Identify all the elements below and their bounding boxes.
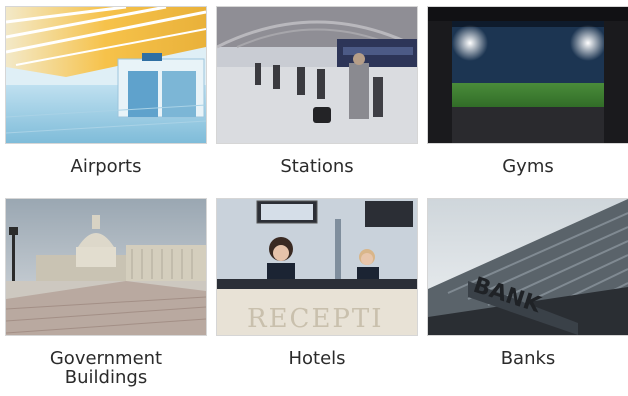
category-tile-gyms[interactable]: Gyms bbox=[427, 6, 628, 176]
category-tile-government-buildings[interactable]: Government Buildings bbox=[5, 198, 207, 387]
category-label[interactable]: Banks bbox=[427, 349, 628, 368]
category-label[interactable]: Hotels bbox=[216, 349, 418, 368]
category-label[interactable]: Stations bbox=[216, 157, 418, 176]
category-tile-hotels[interactable]: RECEPTI Hotels bbox=[216, 198, 418, 368]
airport-terminal-image[interactable] bbox=[5, 6, 207, 144]
category-label[interactable]: Government Buildings bbox=[5, 349, 207, 387]
capitol-building-image[interactable] bbox=[5, 198, 207, 336]
category-label[interactable]: Gyms bbox=[427, 157, 628, 176]
train-station-image[interactable] bbox=[216, 6, 418, 144]
category-label[interactable]: Airports bbox=[5, 157, 207, 176]
category-tile-stations[interactable]: Stations bbox=[216, 6, 418, 176]
category-tile-airports[interactable]: Airports bbox=[5, 6, 207, 176]
reception-sign-text: RECEPTI bbox=[247, 304, 384, 334]
category-tile-banks[interactable]: BANK Banks bbox=[427, 198, 628, 368]
stadium-tunnel-image[interactable] bbox=[427, 6, 628, 144]
bank-building-image[interactable]: BANK bbox=[427, 198, 628, 336]
hotel-reception-image[interactable]: RECEPTI bbox=[216, 198, 418, 336]
